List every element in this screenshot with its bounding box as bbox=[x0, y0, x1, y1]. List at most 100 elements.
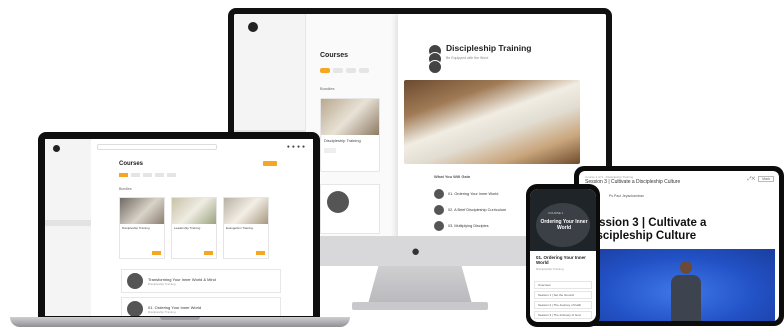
filter-tab[interactable] bbox=[155, 173, 164, 177]
panel-title: Discipleship Training bbox=[446, 43, 532, 53]
section-item[interactable]: Session 1 | Set the Ground bbox=[534, 291, 592, 299]
lesson-row-title: Transforming Your Inner World & Mind bbox=[148, 276, 216, 282]
filter-tab[interactable] bbox=[346, 68, 356, 73]
lesson-item[interactable]: 03. Multiplying Disciples bbox=[434, 221, 528, 231]
lesson-title: 03. Multiplying Disciples bbox=[448, 224, 489, 228]
course-image bbox=[321, 99, 379, 135]
close-icon[interactable]: ✕ bbox=[751, 176, 755, 182]
imac-stand bbox=[368, 266, 472, 304]
speaker-figure bbox=[671, 261, 701, 321]
course-card-title: Discipleship Training bbox=[324, 138, 361, 143]
page-title: Courses bbox=[320, 52, 349, 59]
avatar-stack bbox=[428, 44, 442, 74]
lesson-title: Session 3 | Cultivate a Discipleship Cul… bbox=[585, 217, 707, 242]
tablet-frame: Course 1 of 3 · Discipleship Training Se… bbox=[574, 166, 784, 326]
section-item[interactable]: Session 2 | The Journey of Faith bbox=[534, 301, 592, 309]
sidebar-item[interactable] bbox=[45, 184, 91, 190]
filter-tab[interactable] bbox=[167, 173, 176, 177]
course-image bbox=[224, 198, 268, 224]
section-item[interactable]: Overview bbox=[534, 281, 592, 289]
course-card-title: Leadership Training bbox=[174, 226, 201, 230]
sidebar-item[interactable] bbox=[234, 122, 305, 130]
toolbar-icons[interactable]: ●●●● bbox=[287, 144, 307, 150]
lesson-avatar bbox=[127, 273, 143, 289]
video-player[interactable] bbox=[585, 249, 775, 321]
lesson-row-title: 01. Ordering Your Inner World bbox=[148, 304, 202, 310]
course-avatar bbox=[327, 191, 349, 213]
page-title: Courses bbox=[119, 161, 144, 167]
mark-complete-button[interactable]: Mark bbox=[758, 176, 774, 182]
lesson-avatar bbox=[434, 189, 444, 199]
course-label: COURSE 1 bbox=[548, 211, 564, 215]
course-card[interactable]: Leadership Training bbox=[171, 197, 217, 259]
hero-title: Ordering Your Inner World bbox=[540, 219, 588, 231]
course-row-card[interactable] bbox=[320, 184, 380, 234]
laptop-sidebar bbox=[45, 139, 91, 316]
app-logo-icon bbox=[248, 22, 258, 32]
course-card[interactable]: Discipleship Training bbox=[320, 98, 380, 172]
laptop-notch bbox=[160, 317, 200, 320]
lesson-title: 01. Ordering Your Inner World bbox=[448, 192, 499, 196]
laptop-main: ●●●● Courses Bundles Discipleship Traini… bbox=[91, 139, 313, 316]
lesson-avatar bbox=[434, 205, 444, 215]
bible-photo bbox=[404, 80, 580, 164]
sidebar-item[interactable] bbox=[234, 114, 305, 122]
course-image bbox=[172, 198, 216, 224]
sidebar-item[interactable] bbox=[234, 66, 305, 74]
lesson-header-title: Session 3 | Cultivate a Discipleship Cul… bbox=[585, 179, 681, 185]
price-tag bbox=[256, 251, 265, 255]
lesson-row[interactable]: 01. Ordering Your Inner World Disciplesh… bbox=[121, 297, 281, 316]
create-button[interactable] bbox=[263, 161, 277, 166]
sidebar-item[interactable] bbox=[45, 226, 91, 232]
lesson-header: Course 1 of 3 · Discipleship Training Se… bbox=[585, 175, 680, 185]
sidebar-item[interactable] bbox=[234, 90, 305, 98]
sidebar-item[interactable] bbox=[234, 98, 305, 106]
tablet-screen: Course 1 of 3 · Discipleship Training Se… bbox=[579, 171, 779, 321]
lesson-subtitle: Discipleship Training bbox=[536, 267, 564, 271]
laptop-frame: ●●●● Courses Bundles Discipleship Traini… bbox=[38, 132, 320, 318]
section-item[interactable]: Session 3 | The Intimacy of God bbox=[534, 311, 592, 319]
lesson-item[interactable]: 01. Ordering Your Inner World bbox=[434, 189, 528, 199]
lesson-item[interactable]: 02. A Brief Discipleship Curriculum bbox=[434, 205, 528, 215]
lesson-row[interactable]: Transforming Your Inner World & Mind Dis… bbox=[121, 269, 281, 293]
bundles-label: Bundles bbox=[320, 86, 335, 91]
filter-tab-active[interactable] bbox=[320, 68, 330, 73]
sidebar-item[interactable] bbox=[234, 50, 305, 58]
lesson-row-text: Transforming Your Inner World & Mind Dis… bbox=[148, 277, 216, 286]
sidebar-item[interactable] bbox=[234, 42, 305, 50]
imac-foot bbox=[352, 302, 488, 310]
author-name: Ps Paul Jeyachandran bbox=[609, 194, 645, 198]
lesson-avatar bbox=[127, 301, 143, 316]
lesson-avatar bbox=[434, 221, 444, 231]
search-input[interactable] bbox=[97, 144, 217, 150]
filter-tab[interactable] bbox=[143, 173, 152, 177]
phone-frame: COURSE 1 Ordering Your Inner World 01. O… bbox=[526, 184, 600, 327]
bundles-label: Bundles bbox=[119, 187, 132, 191]
apple-logo-icon: ● bbox=[411, 243, 421, 260]
sidebar-item[interactable] bbox=[234, 106, 305, 114]
laptop-screen: ●●●● Courses Bundles Discipleship Traini… bbox=[45, 139, 313, 316]
course-image bbox=[120, 198, 164, 224]
filter-tab[interactable] bbox=[333, 68, 343, 73]
lesson-list: 01. Ordering Your Inner World 02. A Brie… bbox=[434, 189, 528, 237]
course-card[interactable]: Evangelism Training bbox=[223, 197, 269, 259]
phone-screen: COURSE 1 Ordering Your Inner World 01. O… bbox=[530, 189, 596, 322]
course-badge bbox=[324, 148, 336, 153]
filter-tab[interactable] bbox=[131, 173, 140, 177]
lesson-hero: COURSE 1 Ordering Your Inner World bbox=[530, 189, 596, 251]
lesson-controls: ⤢✕ Mark bbox=[747, 176, 774, 182]
lesson-row-text: 01. Ordering Your Inner World Disciplesh… bbox=[148, 305, 201, 314]
panel-subtitle: Be Equipped with the Word bbox=[446, 56, 489, 60]
filter-tab-active[interactable] bbox=[119, 173, 128, 177]
sidebar-item[interactable] bbox=[234, 74, 305, 82]
lesson-title: 02. A Brief Discipleship Curriculum bbox=[448, 208, 507, 212]
lesson-title: 01. Ordering Your Inner World bbox=[536, 255, 586, 265]
lesson-row-sub: Discipleship Training bbox=[148, 309, 176, 314]
course-card[interactable]: Discipleship Training bbox=[119, 197, 165, 259]
price-tag bbox=[152, 251, 161, 255]
lesson-row-sub: Discipleship Training bbox=[148, 281, 176, 286]
filter-tab[interactable] bbox=[359, 68, 369, 73]
course-card-title: Discipleship Training bbox=[122, 226, 150, 230]
sidebar-item[interactable] bbox=[234, 58, 305, 66]
learn-heading: What You Will Gain bbox=[434, 174, 471, 179]
